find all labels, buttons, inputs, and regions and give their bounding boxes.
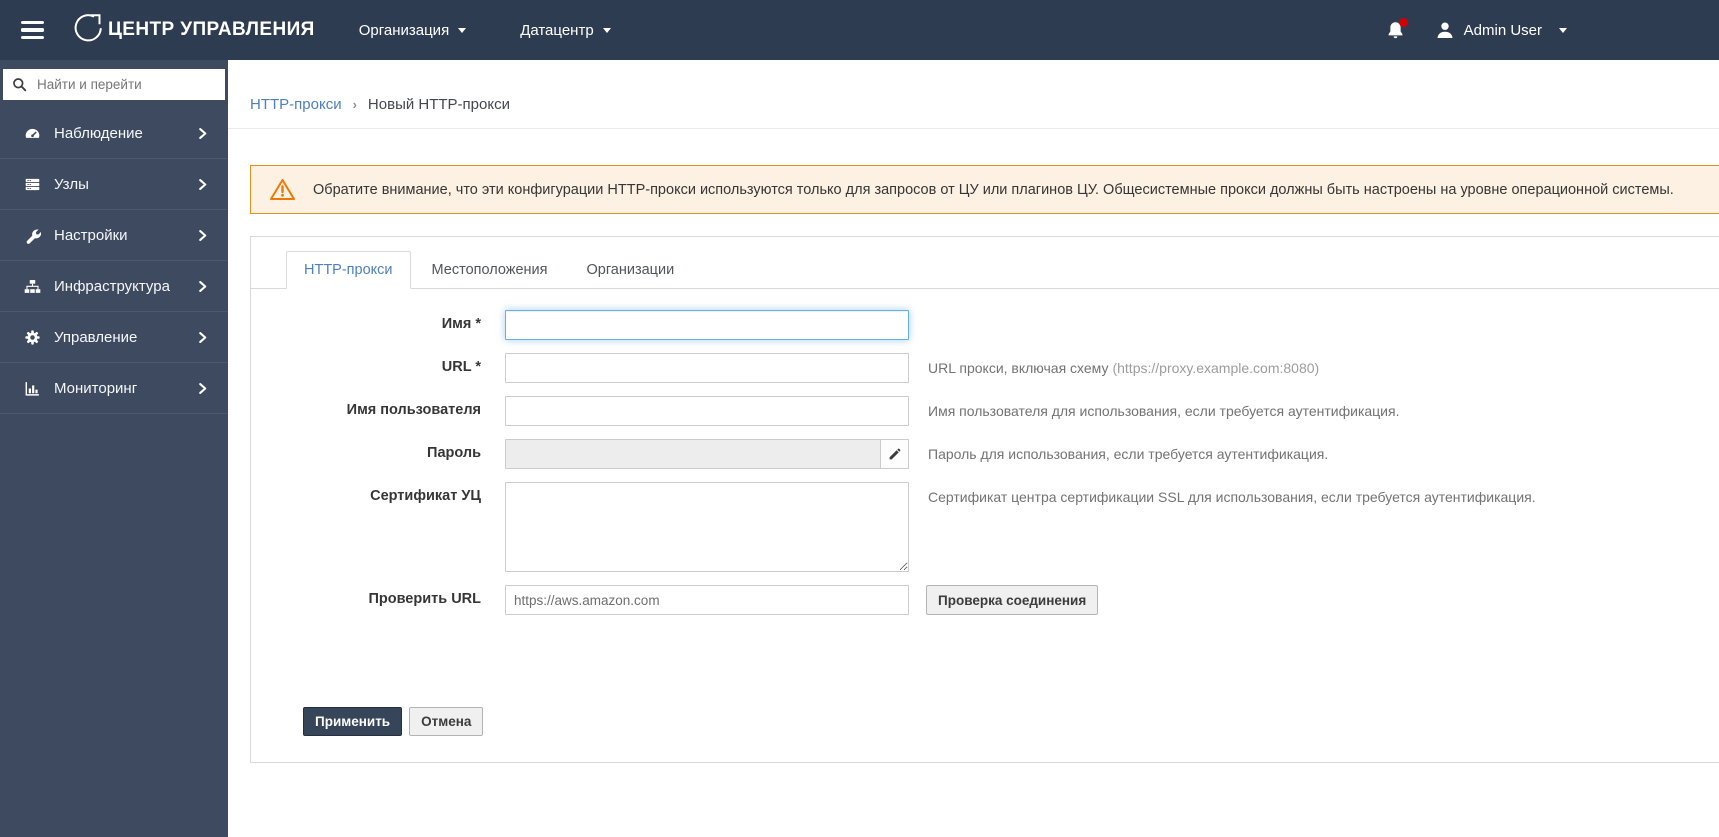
search-icon — [12, 77, 27, 92]
tab-bar: HTTP-прокси Местоположения Организации — [251, 237, 1719, 289]
submit-button[interactable]: Применить — [303, 707, 403, 736]
url-label: URL * — [441, 359, 481, 375]
sidebar-item-label: Наблюдение — [54, 124, 143, 142]
password-label: Пароль — [427, 445, 481, 461]
username-row: Имя пользователя Имя пользователя для ис… — [251, 396, 1719, 426]
chevron-right-icon — [197, 280, 208, 293]
password-field — [505, 439, 881, 469]
caret-down-icon — [1559, 27, 1567, 33]
name-field[interactable] — [505, 310, 909, 340]
sidebar-item-monitoring[interactable]: Мониторинг — [0, 363, 228, 414]
url-field[interactable] — [505, 353, 909, 383]
test-url-field[interactable] — [505, 585, 909, 615]
sidebar-item-hosts[interactable]: Узлы — [0, 159, 228, 210]
location-dropdown[interactable]: Датацентр — [520, 22, 611, 39]
hamburger-menu-icon[interactable] — [21, 21, 44, 39]
warning-alert-text: Обратите внимание, что эти конфигурации … — [313, 181, 1674, 198]
tab-http-proxy[interactable]: HTTP-прокси — [286, 251, 411, 289]
notifications-button[interactable] — [1386, 18, 1408, 40]
sidebar-item-label: Инфраструктура — [54, 277, 170, 295]
tab-locations[interactable]: Местоположения — [414, 251, 566, 289]
url-row: URL * URL прокси, включая схему (https://… — [251, 353, 1719, 383]
sidebar-item-administer[interactable]: Управление — [0, 312, 228, 363]
caret-down-icon — [602, 27, 611, 33]
context-menus: Организация Датацентр — [359, 22, 611, 39]
tab-organizations[interactable]: Организации — [568, 251, 692, 289]
cancel-button[interactable]: Отмена — [409, 707, 484, 736]
sidebar-item-label: Узлы — [54, 175, 89, 193]
breadcrumb: HTTP-прокси › Новый HTTP-прокси — [228, 60, 1719, 129]
username-help-text: Имя пользователя для использования, если… — [928, 403, 1400, 419]
sidebar-item-label: Настройки — [54, 226, 128, 244]
chevron-right-icon — [197, 229, 208, 242]
sidebar-item-monitor[interactable]: Наблюдение — [0, 108, 228, 159]
user-avatar-icon — [1435, 20, 1455, 40]
chevron-right-icon — [197, 382, 208, 395]
topbar-right: Admin User — [1386, 18, 1567, 40]
chevron-right-icon — [197, 127, 208, 140]
chevron-right-icon — [197, 178, 208, 191]
form-panel: HTTP-прокси Местоположения Организации И… — [250, 236, 1719, 763]
warning-alert: Обратите внимание, что эти конфигурации … — [250, 165, 1719, 214]
logo-mark-icon — [70, 11, 106, 49]
chevron-right-icon — [197, 331, 208, 344]
password-help-text: Пароль для использования, если требуется… — [928, 446, 1329, 462]
main-content: HTTP-прокси › Новый HTTP-прокси Обратите… — [228, 0, 1719, 763]
breadcrumb-separator: › — [352, 97, 357, 112]
username-label: Имя пользователя — [346, 402, 481, 418]
breadcrumb-link-http-proxies[interactable]: HTTP-прокси — [250, 96, 342, 113]
sidebar-nav: Наблюдение Узлы — [0, 60, 228, 837]
gauge-icon — [23, 125, 42, 142]
caret-down-icon — [458, 27, 467, 33]
warning-triangle-icon — [269, 177, 296, 202]
test-url-row: Проверить URL Проверка соединения — [251, 585, 1719, 615]
form-actions: Применить Отмена — [303, 707, 1719, 736]
test-connection-button[interactable]: Проверка соединения — [926, 585, 1099, 615]
user-dropdown[interactable]: Admin User — [1435, 20, 1567, 40]
top-navbar: ЦЕНТР УПРАВЛЕНИЯ Организация Датацентр A… — [0, 0, 1719, 60]
password-edit-button[interactable] — [881, 439, 909, 469]
wrench-icon — [23, 227, 42, 244]
url-help-text: URL прокси, включая схему (https://proxy.… — [928, 360, 1320, 376]
notification-badge — [1398, 18, 1408, 27]
server-icon — [23, 176, 42, 193]
username-field[interactable] — [505, 396, 909, 426]
bar-chart-icon — [23, 380, 42, 397]
brand-logo[interactable]: ЦЕНТР УПРАВЛЕНИЯ — [70, 11, 315, 49]
sidebar-item-infrastructure[interactable]: Инфраструктура — [0, 261, 228, 312]
search-input[interactable] — [35, 76, 216, 93]
password-row: Пароль Пароль для использования, если тр… — [251, 439, 1719, 469]
organization-dropdown[interactable]: Организация — [359, 22, 467, 39]
brand-title: ЦЕНТР УПРАВЛЕНИЯ — [108, 19, 315, 40]
sidebar-item-label: Управление — [54, 328, 138, 346]
cacert-label: Сертификат УЦ — [370, 488, 481, 504]
test-url-label: Проверить URL — [368, 591, 481, 607]
user-name: Admin User — [1463, 21, 1542, 39]
sidebar-item-settings[interactable]: Настройки — [0, 210, 228, 261]
sidebar-search — [3, 69, 225, 100]
http-proxy-form: Имя * URL * URL прокси, включая схему (ht… — [251, 289, 1719, 762]
cacert-row: Сертификат УЦ Сертификат центра сертифик… — [251, 482, 1719, 572]
ca-cert-textarea[interactable] — [505, 482, 909, 572]
name-row: Имя * — [251, 310, 1719, 340]
cacert-help-text: Сертификат центра сертификации SSL для и… — [928, 489, 1536, 505]
sitemap-icon — [23, 278, 42, 295]
sidebar-item-label: Мониторинг — [54, 379, 138, 397]
url-help-example: (https://proxy.example.com:8080) — [1112, 360, 1320, 376]
gear-icon — [23, 329, 42, 346]
page-title: Новый HTTP-прокси — [367, 96, 510, 113]
name-label: Имя * — [441, 316, 481, 332]
pencil-icon — [888, 448, 901, 461]
